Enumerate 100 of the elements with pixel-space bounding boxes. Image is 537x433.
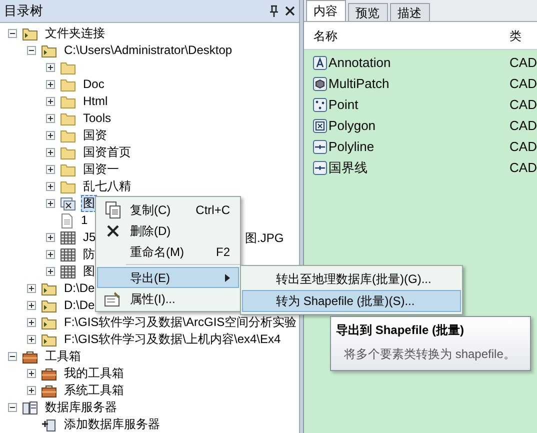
close-icon[interactable] [284,6,295,16]
column-header[interactable]: 类 [510,26,522,44]
expand-icon[interactable] [27,335,36,344]
tooltip-text: 将多个要素类转换为 shapefile。 [343,346,516,363]
folder-icon [60,94,76,108]
expand-icon[interactable] [46,148,55,157]
expand-icon[interactable] [46,182,55,191]
expand-icon[interactable] [46,233,55,242]
tree-item[interactable]: Doc [81,76,106,93]
column-header[interactable]: 名称 [304,26,510,44]
collapse-icon[interactable] [8,352,17,361]
tooltip-title: 导出到 Shapefile (批量) [336,322,466,339]
expand-icon[interactable] [46,165,55,174]
tab[interactable]: 描述 [390,3,430,21]
tree-item[interactable]: Html [81,93,110,110]
item-type: CAD [510,116,537,135]
menu-item-label: 复制(C) [130,202,171,218]
menu-item-label: 导出(E) [130,270,170,286]
tree-item[interactable]: 乱七八精 [81,178,133,195]
add-server-icon [41,418,57,432]
menu-item[interactable]: 转出至地理数据库(批量)(G)... [242,268,461,290]
expand-icon[interactable] [46,250,55,259]
delete-icon [107,224,119,236]
collapse-icon[interactable] [27,46,36,55]
cube-icon [312,76,327,90]
menu-item[interactable]: 转为 Shapefile (批量)(S)... [242,290,461,312]
menu-item-label: 重命名(M) [130,244,184,260]
item-type: CAD [510,138,537,156]
toolbox-icon [41,384,57,398]
tab[interactable]: 内容 [306,0,346,21]
expand-icon[interactable] [46,267,55,276]
tree-item[interactable]: 数据库服务器 [43,399,119,416]
expand-icon[interactable] [27,369,36,378]
tree-item[interactable]: C:\Users\Administrator\Desktop [62,42,234,59]
item-name[interactable]: Polygon [328,116,376,136]
item-type: CAD [510,54,537,72]
item-name[interactable]: Polyline [328,136,374,156]
item-type: CAD [510,96,537,114]
tree-item[interactable]: 系统工具箱 [62,382,126,399]
tree-item[interactable]: 文件夹连接 [43,25,107,42]
expand-icon[interactable] [46,199,55,208]
expand-icon[interactable] [27,318,36,327]
tree-item[interactable]: F:\GIS软件学习及数据\上机内容\ex4\Ex4 [62,331,283,348]
item-name[interactable]: 国界线 [328,158,368,178]
tree-item[interactable]: 国资首页 [81,144,133,161]
expand-icon[interactable] [27,301,36,310]
tree-item[interactable]: 1 [79,212,90,229]
expand-icon[interactable] [46,114,55,123]
folder-icon [41,282,57,296]
tree-item[interactable]: J5 [81,229,98,246]
folder-icon [41,44,57,58]
pin-icon[interactable] [268,5,279,17]
item-type: CAD [510,158,537,177]
expand-icon[interactable] [27,386,36,395]
expand-icon[interactable] [46,80,55,89]
expand-icon[interactable] [46,131,55,140]
copy-icon [105,200,121,218]
collapse-icon[interactable] [8,403,17,412]
tree-item[interactable]: 我的工具箱 [62,365,126,382]
polyline-icon [312,140,327,154]
collapse-icon[interactable] [8,29,17,38]
tree-item[interactable]: 国资 [81,127,109,144]
item-name[interactable]: Point [328,94,358,114]
file-icon [60,212,74,228]
tree-item[interactable]: 添加数据库服务器 [62,416,162,433]
tree-item[interactable]: 国资一 [81,161,121,178]
folder-icon [60,162,76,176]
menu-item-label: 属性(I)... [130,290,176,308]
menu-item[interactable]: 删除(D) [97,220,239,241]
tree-item[interactable]: D:\De [62,297,97,314]
expand-icon[interactable] [46,63,55,72]
folder-icon [60,146,76,160]
annotation-icon [312,56,327,70]
raster-icon [60,230,76,244]
tree-item-suffix: 图.JPG [245,230,284,246]
item-name[interactable]: Annotation [328,52,391,72]
menu-item[interactable]: 重命名(M) F2 [97,241,239,262]
folder-icon [60,78,76,92]
folder-icon [41,316,57,330]
shortcut-text: Ctrl+C [196,202,230,218]
toolbox-icon [22,350,38,364]
expand-icon[interactable] [46,97,55,106]
item-type: CAD [510,74,537,93]
tree-item[interactable]: D:\De [62,280,97,297]
folder-icon [60,60,76,74]
tree-item[interactable]: 防 [81,246,97,263]
folder-icon [41,332,57,346]
tree-item[interactable]: F:\GIS软件学习及数据\ArcGIS空间分析实验 [62,314,299,331]
folder-icon [60,180,76,194]
tree-item[interactable]: Tools [81,110,114,127]
expand-icon[interactable] [27,284,36,293]
menu-item[interactable]: 属性(I)... [97,288,239,309]
tab[interactable]: 预览 [348,3,388,21]
tree-item[interactable]: 工具箱 [43,348,83,365]
menu-item[interactable]: 导出(E) [97,267,239,288]
shortcut-text: F2 [216,244,230,260]
item-name[interactable]: MultiPatch [328,74,390,94]
tree-item[interactable]: 图 [81,263,97,280]
toolbox-icon [41,366,57,380]
menu-item[interactable]: 复制(C) Ctrl+C [97,199,239,220]
